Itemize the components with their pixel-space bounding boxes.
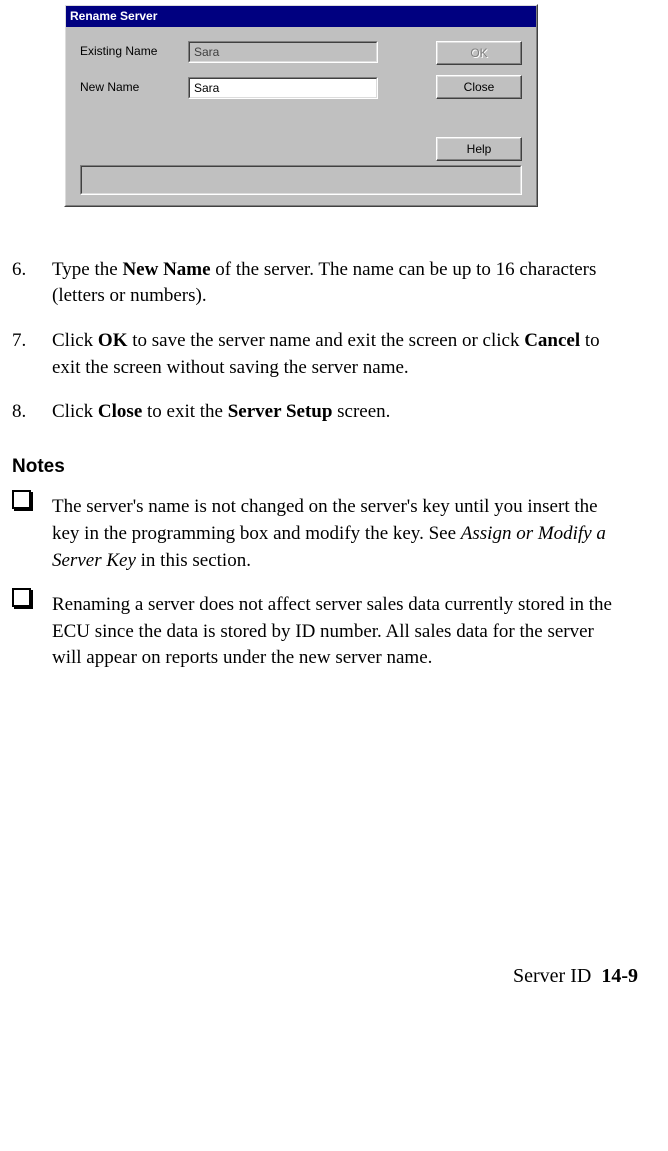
note-text: Renaming a server does not affect server… <box>52 592 622 672</box>
status-bar <box>80 165 522 195</box>
help-button[interactable]: Help <box>436 137 522 161</box>
dialog-titlebar: Rename Server <box>66 6 536 27</box>
close-button[interactable]: Close <box>436 75 522 99</box>
step-8: 8. Click Close to exit the Server Setup … <box>12 399 638 426</box>
step-text: Click Close to exit the Server Setup scr… <box>52 399 622 426</box>
existing-name-label: Existing Name <box>80 43 188 60</box>
step-text: Type the New Name of the server. The nam… <box>52 257 622 310</box>
step-number: 6. <box>12 257 52 310</box>
checkbox-icon <box>12 490 52 570</box>
rename-server-dialog: Rename Server Existing Name New Name <box>64 4 538 207</box>
existing-name-field <box>189 42 377 62</box>
step-7: 7. Click OK to save the server name and … <box>12 328 638 381</box>
footer-label: Server ID <box>513 965 591 987</box>
dialog-title: Rename Server <box>70 9 157 23</box>
step-text: Click OK to save the server name and exi… <box>52 328 622 381</box>
step-number: 8. <box>12 399 52 426</box>
note-item: Renaming a server does not affect server… <box>12 592 638 672</box>
note-text: The server's name is not changed on the … <box>52 494 622 574</box>
ok-button[interactable]: OK <box>436 41 522 65</box>
step-number: 7. <box>12 328 52 381</box>
new-name-label: New Name <box>80 79 188 96</box>
page-number: 14-9 <box>601 965 638 987</box>
notes-heading: Notes <box>12 454 638 481</box>
page-footer: Server ID 14-9 <box>12 962 638 990</box>
new-name-field[interactable] <box>189 78 377 98</box>
note-item: The server's name is not changed on the … <box>12 494 638 574</box>
step-6: 6. Type the New Name of the server. The … <box>12 257 638 310</box>
checkbox-icon <box>12 588 52 668</box>
